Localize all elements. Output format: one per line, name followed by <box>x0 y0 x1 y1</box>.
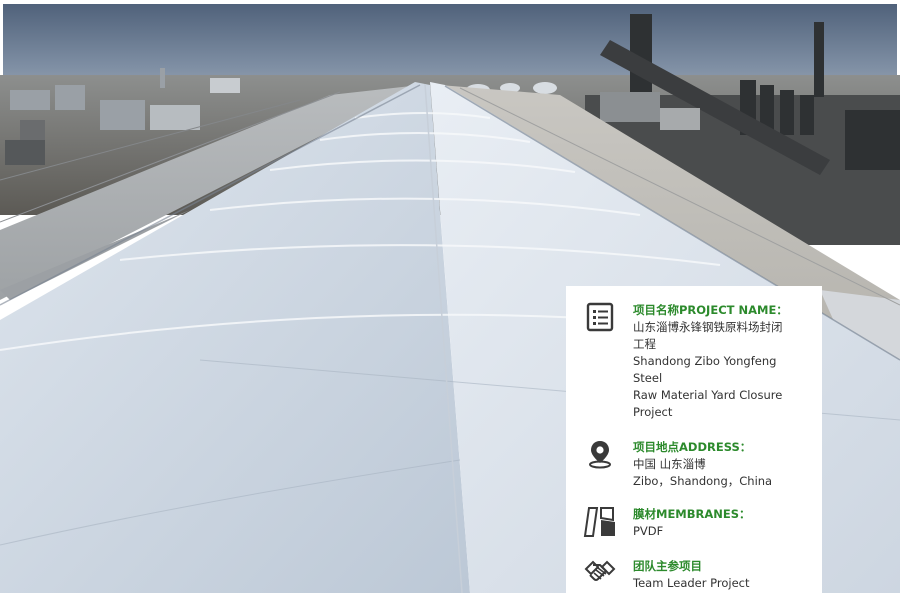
project-membranes-value: PVDF <box>633 524 664 538</box>
project-name-row: 项目名称PROJECT NAME： 山东淄博永锋钢铁原料场封闭 工程 Shand… <box>582 302 806 421</box>
project-address-row: 项目地点ADDRESS： 中国 山东淄博 Zibo，Shandong，China <box>582 439 806 490</box>
handshake-icon <box>582 558 618 594</box>
project-membranes-title: 膜材MEMBRANES： <box>633 507 751 521</box>
project-role-value: Team Leader Project <box>633 576 750 590</box>
project-name-value: 山东淄博永锋钢铁原料场封闭 工程 Shandong Zibo Yongfeng … <box>633 320 783 419</box>
project-info-card: 项目名称PROJECT NAME： 山东淄博永锋钢铁原料场封闭 工程 Shand… <box>566 286 822 593</box>
project-address-title: 项目地点ADDRESS： <box>633 440 752 454</box>
list-document-icon <box>582 302 618 338</box>
project-name-title: 项目名称PROJECT NAME： <box>633 303 788 317</box>
location-pin-icon <box>582 439 618 475</box>
membrane-panels-icon <box>582 506 618 542</box>
project-role-title: 团队主参项目 <box>633 559 702 573</box>
project-role-row: 团队主参项目 Team Leader Project <box>582 558 806 594</box>
project-membranes-row: 膜材MEMBRANES： PVDF <box>582 506 806 542</box>
project-address-value: 中国 山东淄博 Zibo，Shandong，China <box>633 457 773 488</box>
